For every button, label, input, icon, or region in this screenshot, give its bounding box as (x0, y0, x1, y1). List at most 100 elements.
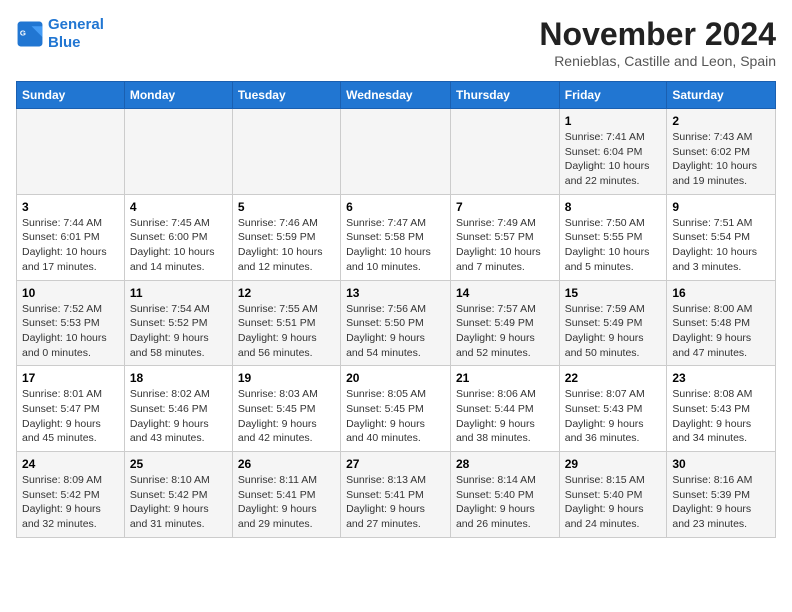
day-info: Sunrise: 7:56 AM Sunset: 5:50 PM Dayligh… (346, 302, 445, 361)
location-subtitle: Renieblas, Castille and Leon, Spain (539, 53, 776, 69)
day-info: Sunrise: 7:52 AM Sunset: 5:53 PM Dayligh… (22, 302, 119, 361)
day-info: Sunrise: 7:57 AM Sunset: 5:49 PM Dayligh… (456, 302, 554, 361)
calendar-day-cell: 21 Sunrise: 8:06 AM Sunset: 5:44 PM Dayli… (450, 366, 559, 452)
day-number: 18 (130, 371, 227, 385)
day-number: 1 (565, 114, 662, 128)
day-number: 22 (565, 371, 662, 385)
calendar-day-cell: 11 Sunrise: 7:54 AM Sunset: 5:52 PM Dayli… (124, 280, 232, 366)
calendar-day-cell: 8 Sunrise: 7:50 AM Sunset: 5:55 PM Daylig… (559, 194, 667, 280)
logo: G General Blue (16, 16, 104, 52)
day-info: Sunrise: 8:03 AM Sunset: 5:45 PM Dayligh… (238, 387, 335, 446)
day-info: Sunrise: 7:49 AM Sunset: 5:57 PM Dayligh… (456, 216, 554, 275)
calendar-week-row: 3 Sunrise: 7:44 AM Sunset: 6:01 PM Daylig… (17, 194, 776, 280)
calendar-week-row: 17Sunrise: 8:01 AM Sunset: 5:47 PM Dayli… (17, 366, 776, 452)
day-info: Sunrise: 8:00 AM Sunset: 5:48 PM Dayligh… (672, 302, 770, 361)
day-number: 10 (22, 286, 119, 300)
day-info: Sunrise: 7:54 AM Sunset: 5:52 PM Dayligh… (130, 302, 227, 361)
calendar-day-cell: 2 Sunrise: 7:43 AM Sunset: 6:02 PM Daylig… (667, 109, 776, 195)
day-info: Sunrise: 8:08 AM Sunset: 5:43 PM Dayligh… (672, 387, 770, 446)
calendar-day-cell: 15Sunrise: 7:59 AM Sunset: 5:49 PM Dayli… (559, 280, 667, 366)
calendar-day-cell: 26 Sunrise: 8:11 AM Sunset: 5:41 PM Dayli… (232, 452, 340, 538)
day-number: 8 (565, 200, 662, 214)
calendar-day-cell: 12 Sunrise: 7:55 AM Sunset: 5:51 PM Dayli… (232, 280, 340, 366)
calendar-day-cell: 19Sunrise: 8:03 AM Sunset: 5:45 PM Dayli… (232, 366, 340, 452)
day-number: 30 (672, 457, 770, 471)
calendar-day-cell: 3 Sunrise: 7:44 AM Sunset: 6:01 PM Daylig… (17, 194, 125, 280)
calendar-day-cell: 18 Sunrise: 8:02 AM Sunset: 5:46 PM Dayli… (124, 366, 232, 452)
day-number: 4 (130, 200, 227, 214)
day-number: 13 (346, 286, 445, 300)
calendar-day-cell: 7 Sunrise: 7:49 AM Sunset: 5:57 PM Daylig… (450, 194, 559, 280)
day-number: 11 (130, 286, 227, 300)
day-number: 7 (456, 200, 554, 214)
day-number: 16 (672, 286, 770, 300)
calendar-week-row: 10 Sunrise: 7:52 AM Sunset: 5:53 PM Dayli… (17, 280, 776, 366)
day-info: Sunrise: 8:05 AM Sunset: 5:45 PM Dayligh… (346, 387, 445, 446)
calendar-day-cell: 24Sunrise: 8:09 AM Sunset: 5:42 PM Dayli… (17, 452, 125, 538)
day-info: Sunrise: 8:06 AM Sunset: 5:44 PM Dayligh… (456, 387, 554, 446)
title-area: November 2024 Renieblas, Castille and Le… (539, 16, 776, 69)
day-number: 2 (672, 114, 770, 128)
calendar-day-cell (341, 109, 451, 195)
calendar-body: 1 Sunrise: 7:41 AM Sunset: 6:04 PM Daylig… (17, 109, 776, 538)
calendar-day-cell: 14 Sunrise: 7:57 AM Sunset: 5:49 PM Dayli… (450, 280, 559, 366)
day-number: 27 (346, 457, 445, 471)
calendar-day-cell (232, 109, 340, 195)
day-number: 6 (346, 200, 445, 214)
day-info: Sunrise: 7:47 AM Sunset: 5:58 PM Dayligh… (346, 216, 445, 275)
day-number: 29 (565, 457, 662, 471)
day-number: 5 (238, 200, 335, 214)
weekday-header-row: SundayMondayTuesdayWednesdayThursdayFrid… (17, 82, 776, 109)
calendar-day-cell (124, 109, 232, 195)
day-number: 12 (238, 286, 335, 300)
calendar-table: SundayMondayTuesdayWednesdayThursdayFrid… (16, 81, 776, 538)
calendar-day-cell: 25 Sunrise: 8:10 AM Sunset: 5:42 PM Dayli… (124, 452, 232, 538)
weekday-header-cell: Monday (124, 82, 232, 109)
day-number: 20 (346, 371, 445, 385)
day-info: Sunrise: 8:02 AM Sunset: 5:46 PM Dayligh… (130, 387, 227, 446)
calendar-day-cell: 20 Sunrise: 8:05 AM Sunset: 5:45 PM Dayli… (341, 366, 451, 452)
weekday-header-cell: Sunday (17, 82, 125, 109)
calendar-day-cell: 1 Sunrise: 7:41 AM Sunset: 6:04 PM Daylig… (559, 109, 667, 195)
weekday-header-cell: Tuesday (232, 82, 340, 109)
weekday-header-cell: Wednesday (341, 82, 451, 109)
day-number: 9 (672, 200, 770, 214)
day-info: Sunrise: 7:44 AM Sunset: 6:01 PM Dayligh… (22, 216, 119, 275)
calendar-day-cell: 29 Sunrise: 8:15 AM Sunset: 5:40 PM Dayli… (559, 452, 667, 538)
calendar-day-cell: 13 Sunrise: 7:56 AM Sunset: 5:50 PM Dayli… (341, 280, 451, 366)
day-info: Sunrise: 8:10 AM Sunset: 5:42 PM Dayligh… (130, 473, 227, 532)
day-number: 25 (130, 457, 227, 471)
month-title: November 2024 (539, 16, 776, 53)
day-info: Sunrise: 8:01 AM Sunset: 5:47 PM Dayligh… (22, 387, 119, 446)
calendar-day-cell (450, 109, 559, 195)
day-info: Sunrise: 7:51 AM Sunset: 5:54 PM Dayligh… (672, 216, 770, 275)
weekday-header-cell: Thursday (450, 82, 559, 109)
day-info: Sunrise: 7:50 AM Sunset: 5:55 PM Dayligh… (565, 216, 662, 275)
calendar-day-cell: 27 Sunrise: 8:13 AM Sunset: 5:41 PM Dayli… (341, 452, 451, 538)
day-info: Sunrise: 8:11 AM Sunset: 5:41 PM Dayligh… (238, 473, 335, 532)
day-info: Sunrise: 8:14 AM Sunset: 5:40 PM Dayligh… (456, 473, 554, 532)
logo-icon: G (16, 20, 44, 48)
calendar-week-row: 24Sunrise: 8:09 AM Sunset: 5:42 PM Dayli… (17, 452, 776, 538)
day-info: Sunrise: 7:55 AM Sunset: 5:51 PM Dayligh… (238, 302, 335, 361)
day-number: 24 (22, 457, 119, 471)
day-number: 14 (456, 286, 554, 300)
day-number: 23 (672, 371, 770, 385)
day-number: 26 (238, 457, 335, 471)
day-number: 21 (456, 371, 554, 385)
calendar-day-cell: 28 Sunrise: 8:14 AM Sunset: 5:40 PM Dayli… (450, 452, 559, 538)
calendar-day-cell (17, 109, 125, 195)
day-info: Sunrise: 8:16 AM Sunset: 5:39 PM Dayligh… (672, 473, 770, 532)
weekday-header-cell: Friday (559, 82, 667, 109)
calendar-week-row: 1 Sunrise: 7:41 AM Sunset: 6:04 PM Daylig… (17, 109, 776, 195)
day-info: Sunrise: 7:41 AM Sunset: 6:04 PM Dayligh… (565, 130, 662, 189)
day-info: Sunrise: 8:13 AM Sunset: 5:41 PM Dayligh… (346, 473, 445, 532)
day-info: Sunrise: 8:07 AM Sunset: 5:43 PM Dayligh… (565, 387, 662, 446)
day-info: Sunrise: 7:43 AM Sunset: 6:02 PM Dayligh… (672, 130, 770, 189)
day-number: 3 (22, 200, 119, 214)
logo-text: General Blue (48, 16, 104, 52)
calendar-day-cell: 4Sunrise: 7:45 AM Sunset: 6:00 PM Daylig… (124, 194, 232, 280)
day-number: 28 (456, 457, 554, 471)
day-info: Sunrise: 7:59 AM Sunset: 5:49 PM Dayligh… (565, 302, 662, 361)
day-info: Sunrise: 8:15 AM Sunset: 5:40 PM Dayligh… (565, 473, 662, 532)
